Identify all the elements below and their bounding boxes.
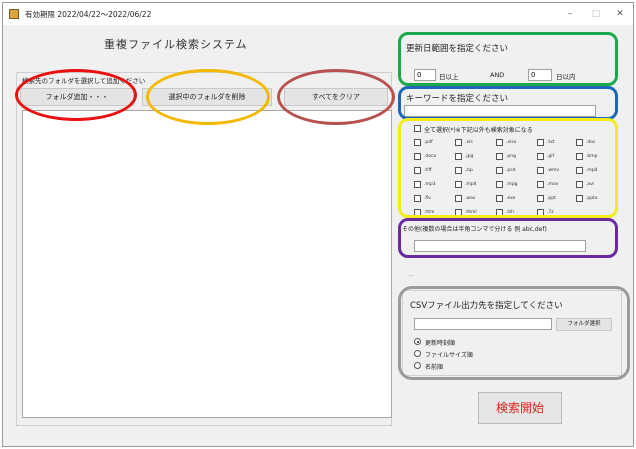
title-bar: 有効期限 2022/04/22～2022/06/22 – □ ✕ [3, 3, 633, 25]
csv-output-label: CSVファイル出力先を指定してください [410, 301, 563, 311]
clear-all-button[interactable]: すべてをクリア [284, 88, 388, 106]
ext-checkbox[interactable] [496, 195, 503, 202]
maximize-button[interactable]: □ [585, 6, 607, 22]
add-folder-button[interactable]: フォルダ追加・・・ [20, 88, 134, 106]
ext-checkbox[interactable] [537, 139, 544, 146]
ext-checkbox[interactable] [414, 195, 421, 202]
ext-checkbox[interactable] [455, 139, 462, 146]
date-and-label: AND [490, 71, 505, 79]
sort-label-size: ファイルサイズ順 [425, 352, 473, 359]
ext-label: .htm [424, 210, 435, 215]
ext-label: .wav [465, 196, 476, 201]
ext-label: .gif [547, 154, 555, 159]
ext-checkbox[interactable] [455, 195, 462, 202]
select-all-label: 全て選択(*)※下記以外も検索対象になる [424, 127, 533, 134]
ext-label: .mov [547, 182, 559, 187]
ext-label: .docx [424, 154, 437, 159]
ext-checkbox[interactable] [496, 153, 503, 160]
ext-label: .xls [465, 140, 473, 145]
other-ext-input[interactable] [414, 240, 586, 252]
ext-checkbox[interactable] [496, 167, 503, 174]
keyword-input[interactable] [404, 105, 596, 117]
ext-checkbox[interactable] [455, 209, 462, 216]
ext-checkbox[interactable] [537, 153, 544, 160]
ext-checkbox[interactable] [576, 195, 583, 202]
ext-label: .txt [547, 140, 555, 145]
folder-hint-label: 検索先のフォルダを選択して追加ください [22, 77, 146, 85]
ext-label: .avi [586, 182, 595, 187]
ext-label: .psd [506, 168, 516, 173]
ext-checkbox[interactable] [455, 181, 462, 188]
ext-label: .doc [586, 140, 596, 145]
ext-label: .xlsx [506, 140, 517, 145]
ext-label: .flv [424, 196, 431, 201]
ext-label: .zip [465, 168, 473, 173]
ext-checkbox[interactable] [455, 167, 462, 174]
minimize-button[interactable]: – [559, 6, 581, 22]
ext-checkbox[interactable] [576, 181, 583, 188]
ext-label: .bmp [586, 154, 598, 159]
ext-checkbox[interactable] [414, 181, 421, 188]
ext-checkbox[interactable] [537, 209, 544, 216]
sort-radio-size[interactable] [414, 350, 421, 357]
ext-checkbox[interactable] [537, 167, 544, 174]
ext-checkbox[interactable] [414, 167, 421, 174]
ext-checkbox[interactable] [414, 139, 421, 146]
sort-label-updated: 更新時刻順 [425, 340, 456, 347]
select-all-checkbox[interactable] [414, 125, 421, 132]
date-from-input[interactable]: 0 [414, 69, 436, 81]
date-to-input[interactable]: 0 [528, 69, 552, 81]
ext-label: .wmv [547, 168, 560, 173]
keyword-label: キーワードを指定ください [406, 94, 509, 104]
ext-checkbox[interactable] [414, 153, 421, 160]
sort-radio-name[interactable] [414, 362, 421, 369]
remove-selected-folder-button[interactable]: 選択中のフォルダを削除 [142, 88, 272, 106]
ext-label: .tiff [424, 168, 432, 173]
ext-label: .mp4 [586, 168, 598, 173]
ext-label: .lzh [506, 210, 514, 215]
ext-label: .exe [506, 196, 516, 201]
ext-label: .jpg [465, 154, 474, 159]
app-title: 重複ファイル検索システム [104, 38, 248, 51]
other-ext-label: その他(複数の場合は半角コンマで分ける 例 abc,def) [402, 226, 547, 233]
ext-checkbox[interactable] [455, 153, 462, 160]
ext-label: .pdf [424, 140, 433, 145]
date-from-suffix: 日以上 [439, 73, 459, 81]
ext-checkbox[interactable] [496, 139, 503, 146]
ext-label: .mp3 [424, 182, 436, 187]
sort-radio-updated[interactable] [414, 338, 421, 345]
app-icon [9, 9, 19, 19]
date-range-label: 更新日範囲を指定ください [406, 44, 509, 54]
ext-checkbox[interactable] [576, 167, 583, 174]
ext-label: .ppt [547, 196, 556, 201]
ext-label: .html [465, 210, 477, 215]
folder-list[interactable] [22, 110, 392, 418]
ext-checkbox[interactable] [576, 153, 583, 160]
ext-checkbox[interactable] [414, 209, 421, 216]
csv-path-input[interactable] [414, 318, 552, 330]
status-text: ... [408, 270, 415, 278]
ext-checkbox[interactable] [496, 181, 503, 188]
ext-label: .pptx [586, 196, 598, 201]
ext-label: .mp4 [465, 182, 477, 187]
ext-label: .7z [547, 210, 554, 215]
select-folder-button[interactable]: フォルダ選択 [556, 318, 612, 331]
ext-checkbox[interactable] [537, 195, 544, 202]
ext-checkbox[interactable] [576, 139, 583, 146]
date-to-suffix: 日以内 [556, 73, 576, 81]
close-button[interactable]: ✕ [609, 6, 631, 22]
ext-label: .mpg [506, 182, 518, 187]
sort-label-name: 名前順 [425, 364, 444, 371]
ext-label: .png [506, 154, 516, 159]
window-title: 有効期限 2022/04/22～2022/06/22 [25, 10, 152, 19]
ext-checkbox[interactable] [537, 181, 544, 188]
ext-checkbox[interactable] [496, 209, 503, 216]
search-start-button[interactable]: 検索開始 [478, 392, 562, 424]
